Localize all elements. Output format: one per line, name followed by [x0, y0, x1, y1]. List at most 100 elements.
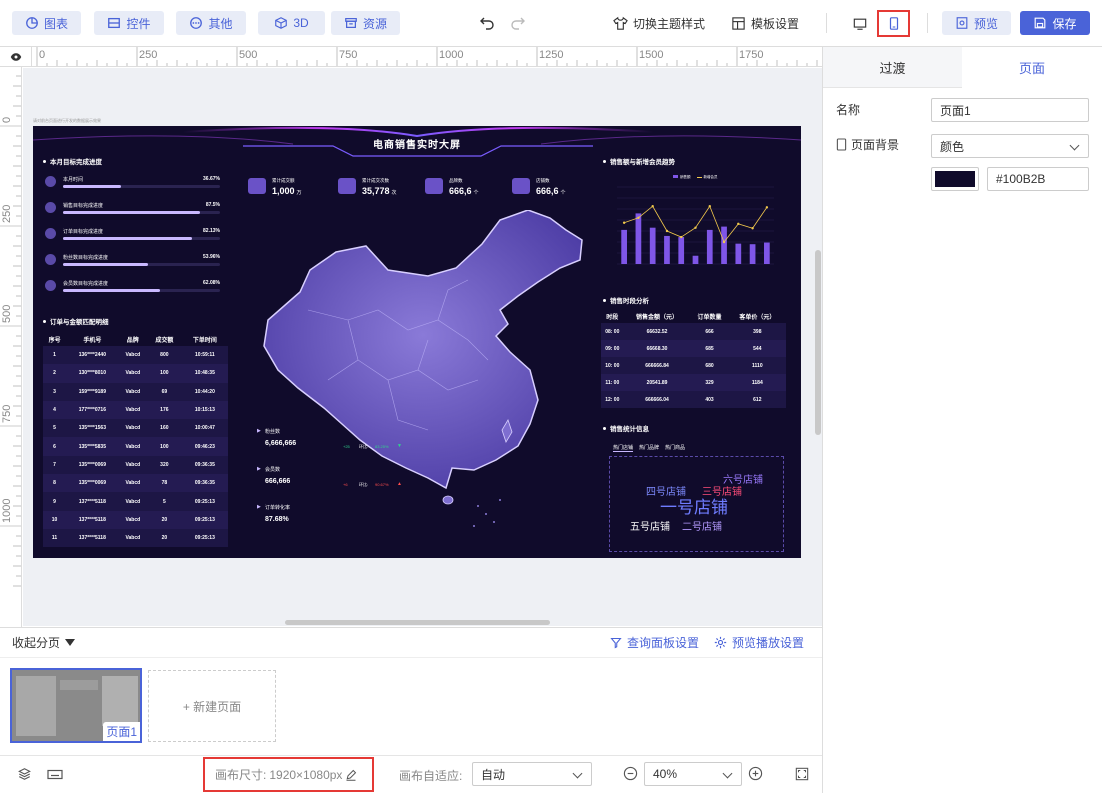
table-cell: 666666.04	[623, 391, 691, 408]
canvas-adapt-select[interactable]: 自动	[472, 762, 592, 786]
zoom-in-icon[interactable]	[748, 766, 763, 784]
chart-button[interactable]: 图表	[12, 11, 81, 35]
stat-tab[interactable]: 热门商品	[665, 444, 685, 452]
table-cell: 680	[690, 357, 729, 374]
sales-period-title: 销售时段分析	[603, 295, 649, 305]
table-cell: 135****5835	[66, 437, 119, 456]
bg-type-select[interactable]: 颜色	[931, 134, 1089, 158]
ruler-label: 1000	[439, 49, 463, 61]
top-toolbar	[0, 0, 1102, 47]
table-row: 5 135****1563 Vabcd 160 10:00:47	[43, 419, 228, 438]
eye-icon[interactable]	[10, 52, 22, 62]
progress-percent: 82.13%	[203, 228, 220, 234]
template-settings-button[interactable]: 模板设置	[731, 11, 799, 35]
bar	[706, 229, 713, 264]
table-cell: 11	[43, 528, 67, 548]
canvas-horizontal-scrollbar[interactable]	[285, 620, 550, 625]
kpi-number: 666,6	[449, 186, 472, 196]
bar	[692, 255, 699, 264]
widget-button[interactable]: 控件	[94, 11, 164, 35]
table-row: 3 159****9189 Vabcd 69 10:44:20	[43, 382, 228, 401]
ruler-label: 500	[1, 305, 13, 323]
progress-fill	[63, 237, 192, 240]
preview-play-settings-button[interactable]: 预览播放设置	[714, 634, 804, 651]
canvas-vertical-scrollbar[interactable]	[815, 250, 821, 435]
point	[637, 216, 640, 219]
zoom-out-icon[interactable]	[623, 766, 638, 784]
word-cloud: 六号店铺 四号店铺 三号店铺 一号店铺 五号店铺 二号店铺	[609, 456, 784, 552]
table-cell: 666	[690, 323, 729, 340]
ruler-label: 1000	[1, 499, 13, 523]
bg-color-input[interactable]: #100B2B	[987, 167, 1089, 191]
tab-page[interactable]: 页面	[962, 47, 1102, 88]
layers-icon[interactable]	[17, 767, 32, 784]
arrow-up-icon: ▲	[397, 481, 402, 487]
table-row: 9 137****5118 Vabcd 5 09:25:13	[43, 492, 228, 511]
table-cell: Vabcd	[118, 455, 147, 475]
keyboard-icon[interactable]	[47, 768, 63, 784]
bg-color-swatch[interactable]	[931, 167, 979, 191]
stat-tab[interactable]: 热门店铺	[613, 444, 634, 452]
point	[651, 205, 654, 208]
name-input[interactable]: 页面1	[931, 98, 1089, 122]
kpi-card: 品牌数 666,6 个	[425, 178, 505, 208]
table-row: 4 177****0716 Vabcd 176 10:15:13	[43, 400, 228, 420]
other-button-label: 其他	[208, 16, 233, 31]
preview-button[interactable]: 预览	[942, 11, 1011, 35]
resource-button-label: 资源	[362, 16, 387, 31]
sales-period-table: 时段 销售金额（元） 订单数量 客单价（元） 08: 00 66632.52 666 398…	[601, 309, 786, 408]
kpi-label: 品牌数	[449, 178, 463, 183]
table-row: 09: 00 66668.30 685 544	[601, 340, 786, 357]
sales-header-cell: 时段	[606, 314, 619, 321]
mobile-view-button[interactable]	[877, 10, 910, 37]
other-button[interactable]: 其他	[176, 11, 246, 35]
redo-icon[interactable]	[510, 14, 526, 30]
kpi-value: 666,6 个	[536, 186, 566, 196]
bar	[635, 213, 642, 264]
word-2: 二号店铺	[682, 522, 722, 533]
kpi-unit: 万	[296, 190, 302, 196]
table-cell: 20	[147, 528, 182, 548]
stat-tab[interactable]: 热门品牌	[639, 444, 659, 452]
tab-transition-label: 过渡	[879, 60, 906, 76]
kpi-unit: 次	[391, 190, 397, 196]
query-panel-settings-button[interactable]: 查询面板设置	[610, 634, 699, 651]
dashboard-screen[interactable]: 电商销售实时大屏 本月目标完成进度 订单与金额匹配明细 序号 手机号 品牌 成交额 下单…	[33, 126, 801, 558]
theme-switch-button[interactable]: 切换主题样式	[613, 11, 705, 35]
save-button[interactable]: 保存	[1020, 11, 1090, 35]
page-bg-label-group: 页面背景	[836, 136, 899, 153]
resource-button[interactable]: 资源	[331, 11, 400, 35]
page-thumbnail-1[interactable]: 页面1	[10, 668, 142, 743]
mobile-icon	[836, 138, 847, 151]
new-page-button[interactable]: + 新建页面	[148, 670, 276, 742]
preview-button-label: 预览	[973, 16, 998, 31]
month-progress-title: 本月目标完成进度	[43, 156, 102, 166]
point	[722, 240, 726, 244]
collapse-pages-toggle[interactable]: 收起分页	[12, 634, 76, 651]
desktop-view-button[interactable]	[845, 12, 875, 35]
point	[737, 222, 740, 226]
stat-label: 会员数	[265, 467, 281, 473]
zoom-select[interactable]: 40%	[644, 762, 742, 786]
desktop-icon	[853, 18, 867, 30]
table-cell: 20541.89	[623, 374, 691, 391]
table-cell: 4	[43, 400, 67, 420]
table-cell: 135****1563	[66, 419, 119, 438]
fit-screen-icon[interactable]	[795, 767, 809, 784]
bg-color-fill	[935, 171, 975, 187]
undo-icon[interactable]	[479, 14, 495, 30]
table-cell: 1	[43, 346, 67, 365]
page1-label: 页面1	[103, 722, 140, 741]
pencil-icon[interactable]	[345, 769, 357, 781]
3d-button[interactable]: 3D	[258, 11, 325, 35]
table-cell: 7	[43, 455, 67, 475]
tab-page-label: 页面	[1018, 61, 1045, 76]
point	[765, 206, 769, 209]
tab-transition[interactable]: 过渡	[823, 47, 962, 88]
point	[708, 205, 711, 208]
word-1: 一号店铺	[660, 498, 728, 517]
table-cell: 159****9189	[66, 382, 119, 401]
canvas-size-box[interactable]: 画布尺寸: 1920×1080px	[203, 757, 374, 792]
kpi-icon	[338, 178, 356, 194]
table-cell: Vabcd	[118, 364, 147, 383]
